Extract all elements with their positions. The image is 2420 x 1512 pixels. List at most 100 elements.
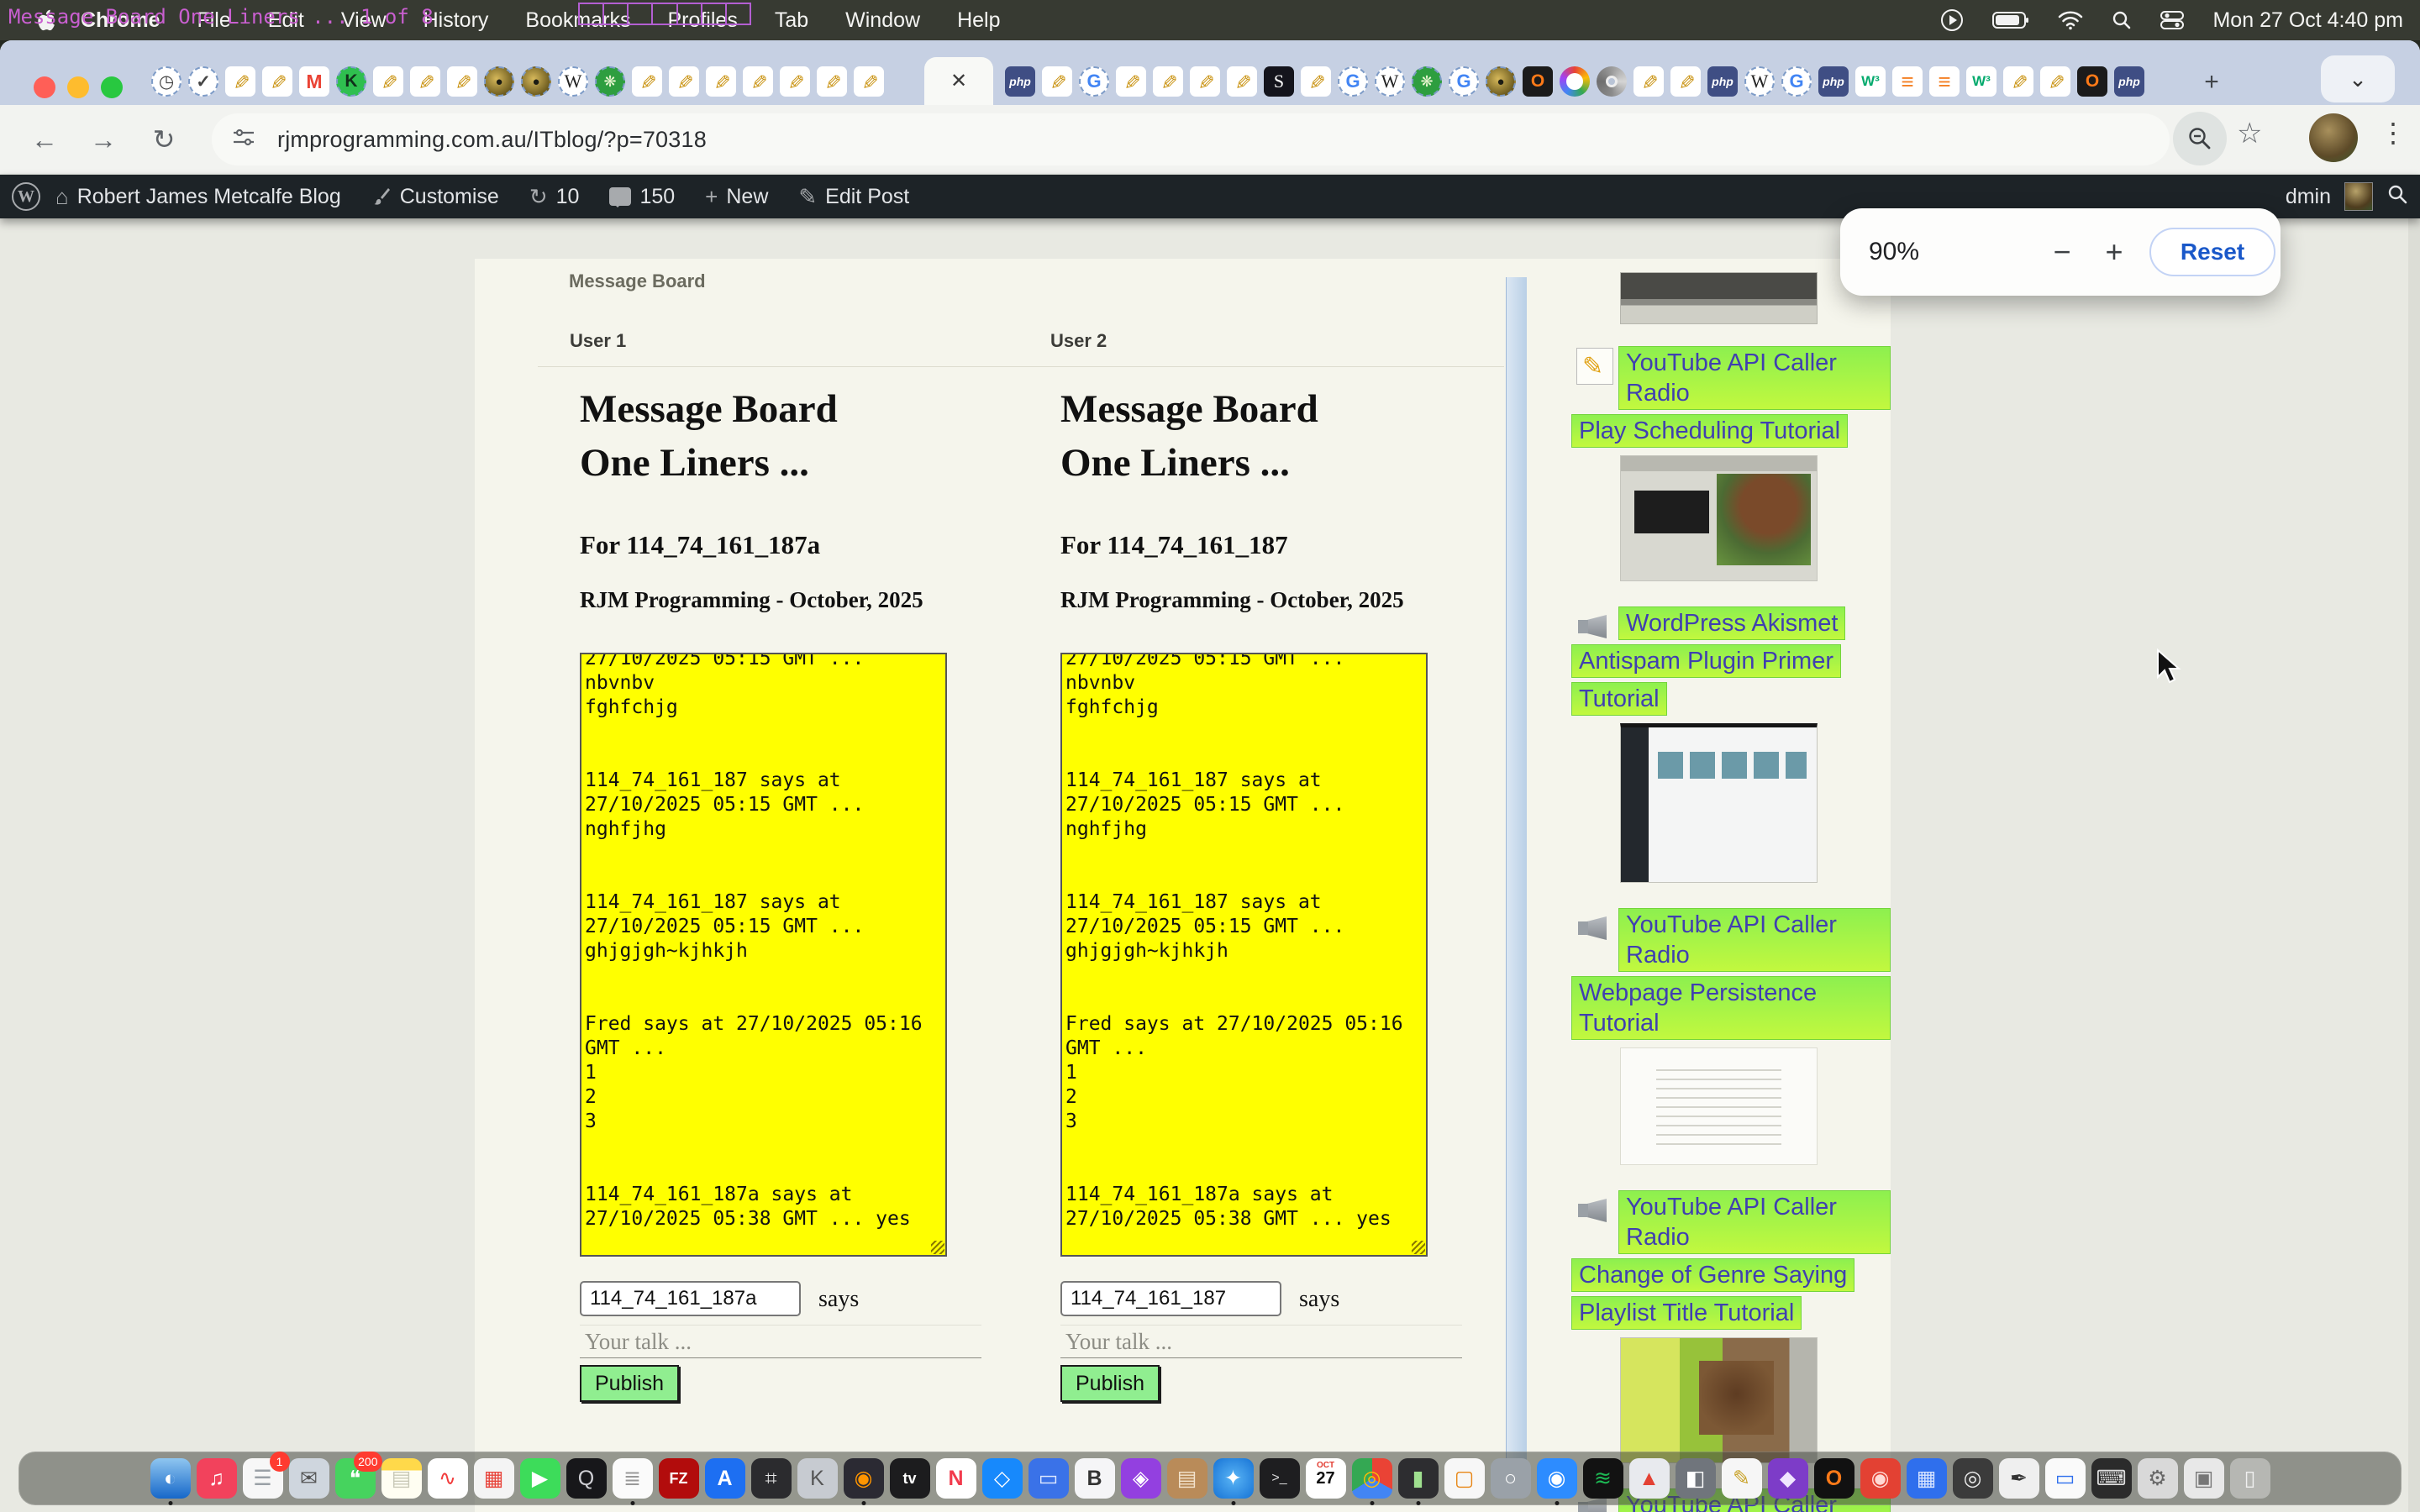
- tab-favicon[interactable]: [558, 66, 588, 97]
- tab-favicon[interactable]: [1153, 66, 1183, 97]
- preview[interactable]: ○: [1491, 1458, 1531, 1499]
- site-info-icon[interactable]: [232, 126, 255, 154]
- calendar[interactable]: OCT 27: [1306, 1458, 1346, 1499]
- browser-menu-icon[interactable]: ⋮: [2380, 117, 2407, 149]
- sidebar-link-line[interactable]: Webpage Persistence Tutorial: [1571, 976, 1891, 1040]
- tab-favicon[interactable]: [188, 66, 218, 97]
- tab-favicon[interactable]: [2040, 66, 2070, 97]
- tab-favicon[interactable]: [1190, 66, 1220, 97]
- tab-favicon[interactable]: [1597, 66, 1627, 97]
- forward-button[interactable]: →: [84, 120, 123, 159]
- sidebar-link[interactable]: WordPress Akismet Antispam Plugin Primer…: [1571, 606, 1891, 720]
- minimize-window-button[interactable]: [67, 76, 89, 98]
- new-tab-button[interactable]: +: [2196, 67, 2227, 97]
- tab-favicon[interactable]: [1449, 66, 1479, 97]
- reminders[interactable]: ☰ 1: [243, 1458, 283, 1499]
- bookmark-star-icon[interactable]: ☆: [2237, 117, 2262, 150]
- sidebar-thumbnail[interactable]: [1620, 1047, 1818, 1165]
- spotlight-icon[interactable]: [2112, 10, 2132, 30]
- tab-favicon[interactable]: [336, 66, 366, 97]
- sidebar-thumbnail[interactable]: [1620, 723, 1818, 883]
- chrome[interactable]: ◎: [1352, 1458, 1392, 1499]
- tab-favicon[interactable]: [1634, 66, 1664, 97]
- bbedit[interactable]: B: [1075, 1458, 1115, 1499]
- sidebar-link-line[interactable]: WordPress Akismet: [1618, 606, 1845, 640]
- tab-favicon[interactable]: [817, 66, 847, 97]
- admin-user-label[interactable]: dmin: [2286, 185, 2331, 209]
- zoom-out-button[interactable]: −: [2039, 234, 2086, 270]
- tab-favicon[interactable]: [1005, 66, 1035, 97]
- filezilla[interactable]: FZ: [659, 1458, 699, 1499]
- talk-input[interactable]: [580, 1325, 981, 1358]
- control-center-icon[interactable]: [2160, 10, 2184, 30]
- keyboard[interactable]: ⌨: [2091, 1458, 2132, 1499]
- tab-favicon[interactable]: [1116, 66, 1146, 97]
- tab-favicon[interactable]: [595, 66, 625, 97]
- profile-avatar[interactable]: [2309, 113, 2358, 162]
- tab-favicon[interactable]: [1301, 66, 1331, 97]
- tab-favicon[interactable]: [1744, 66, 1775, 97]
- tab-favicon[interactable]: [484, 66, 514, 97]
- tab-favicon[interactable]: [151, 66, 182, 97]
- name-input[interactable]: [580, 1281, 801, 1316]
- printer[interactable]: ▣: [2184, 1458, 2224, 1499]
- wifi-icon[interactable]: [2058, 10, 2083, 30]
- tab-favicon[interactable]: [1227, 66, 1257, 97]
- screens[interactable]: ◇: [982, 1458, 1023, 1499]
- music[interactable]: ♫: [197, 1458, 237, 1499]
- now-playing-icon[interactable]: [1940, 8, 1964, 32]
- tab-search-chevron[interactable]: ⌄: [2321, 55, 2395, 102]
- zoom-in-button[interactable]: +: [2091, 234, 2138, 270]
- menu-item-window[interactable]: Window: [827, 8, 939, 33]
- tab-favicon[interactable]: [1560, 66, 1590, 97]
- tab-favicon[interactable]: [780, 66, 810, 97]
- back-button[interactable]: ←: [25, 120, 64, 159]
- notes[interactable]: ▤: [381, 1458, 422, 1499]
- blueprint[interactable]: ▦: [1907, 1458, 1947, 1499]
- tab-favicon[interactable]: [1707, 66, 1738, 97]
- sidebar-link-line[interactable]: YouTube API Caller Radio: [1618, 908, 1891, 972]
- pages[interactable]: ▢: [1444, 1458, 1485, 1499]
- tab-favicon[interactable]: [410, 66, 440, 97]
- quicktime[interactable]: Q: [566, 1458, 607, 1499]
- sidebar-thumbnail[interactable]: [1620, 455, 1818, 581]
- admin-edit-post[interactable]: ✎ Edit Post: [783, 175, 924, 218]
- books[interactable]: ▤: [1167, 1458, 1207, 1499]
- sidebar-link-line[interactable]: YouTube API Caller Radio: [1618, 346, 1891, 410]
- tab-favicon[interactable]: [521, 66, 551, 97]
- launchpad[interactable]: ▦: [474, 1458, 514, 1499]
- close-window-button[interactable]: [34, 76, 55, 98]
- tab-favicon[interactable]: [1412, 66, 1442, 97]
- sketch[interactable]: ✎: [1722, 1458, 1762, 1499]
- active-tab[interactable]: ✕: [924, 57, 993, 105]
- tab-favicon[interactable]: [743, 66, 773, 97]
- tab-favicon[interactable]: [1818, 66, 1849, 97]
- tab-favicon[interactable]: [1670, 66, 1701, 97]
- tab-favicon[interactable]: [1892, 66, 1923, 97]
- tab-favicon[interactable]: [225, 66, 255, 97]
- pen-nib[interactable]: ✒: [1999, 1458, 2039, 1499]
- firefox[interactable]: ◉: [844, 1458, 884, 1499]
- safari[interactable]: ✦: [1213, 1458, 1254, 1499]
- tab-favicon[interactable]: [1042, 66, 1072, 97]
- address-bar[interactable]: rjmprogramming.com.au/ITblog/?p=70318: [212, 113, 2170, 165]
- tab-favicon[interactable]: [373, 66, 403, 97]
- admin-comments[interactable]: 150: [594, 175, 690, 218]
- parallels[interactable]: ◧: [1676, 1458, 1716, 1499]
- textedit[interactable]: ≣: [613, 1458, 653, 1499]
- admin-avatar[interactable]: [2344, 182, 2373, 211]
- red-app[interactable]: ◉: [1860, 1458, 1901, 1499]
- tab-favicon[interactable]: [854, 66, 884, 97]
- menu-item-tab[interactable]: Tab: [756, 8, 827, 33]
- message-board-textarea[interactable]: 27/10/2025 05:15 GMT ... nbvnbv fghfchjg…: [1060, 653, 1428, 1257]
- mail[interactable]: ✉: [289, 1458, 329, 1499]
- rocket[interactable]: ▲: [1629, 1458, 1670, 1499]
- wp-logo-icon[interactable]: W: [12, 182, 40, 211]
- messages[interactable]: ❝ 200: [335, 1458, 376, 1499]
- tab-favicon[interactable]: [1264, 66, 1294, 97]
- tab-favicon[interactable]: [262, 66, 292, 97]
- sidebar-link[interactable]: YouTube API Caller Radio Change of Genre…: [1571, 1190, 1891, 1334]
- sidebar-link-line[interactable]: Change of Genre Saying: [1571, 1258, 1854, 1292]
- apple-tv[interactable]: tv: [890, 1458, 930, 1499]
- browser-scrollbar[interactable]: [2408, 218, 2420, 1512]
